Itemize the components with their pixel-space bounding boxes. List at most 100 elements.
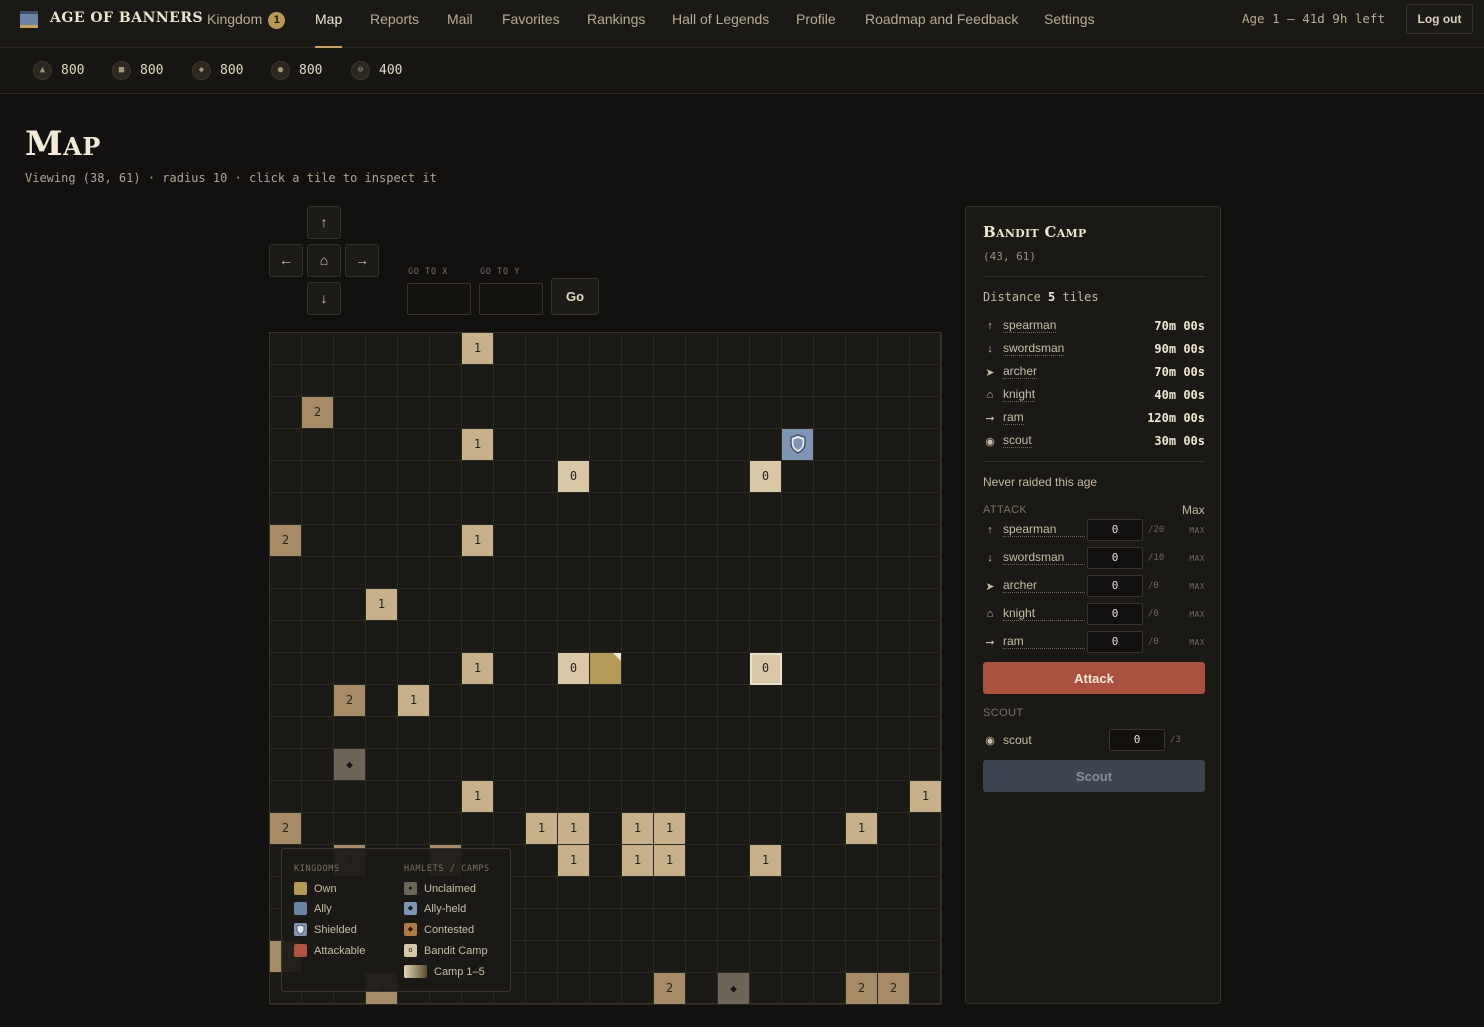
map-tile-empty[interactable] [878,909,910,941]
map-tile-empty[interactable] [718,461,750,493]
map-tile-empty[interactable] [590,749,622,781]
map-tile-empty[interactable] [750,909,782,941]
map-tile-empty[interactable] [782,589,814,621]
max-button[interactable]: MAX [1189,610,1205,619]
map-tile-empty[interactable] [878,365,910,397]
map-tile-empty[interactable] [686,429,718,461]
map-tile-empty[interactable] [814,781,846,813]
map-tile-empty[interactable] [654,653,686,685]
bandit-camp-tile[interactable]: 1 [398,685,430,717]
map-tile-empty[interactable] [878,749,910,781]
nav-favorites[interactable]: Favorites [502,10,560,34]
map-tile-empty[interactable] [622,621,654,653]
map-tile-empty[interactable] [878,493,910,525]
map-tile-empty[interactable] [750,877,782,909]
map-tile-empty[interactable] [878,877,910,909]
map-tile-empty[interactable] [494,813,526,845]
map-tile-empty[interactable] [270,749,302,781]
bandit-camp-tile[interactable]: 1 [558,813,590,845]
bandit-camp-tile[interactable]: 1 [846,813,878,845]
map-tile-empty[interactable] [686,653,718,685]
map-tile-empty[interactable] [526,493,558,525]
map-tile-empty[interactable] [366,525,398,557]
map-tile-empty[interactable] [526,621,558,653]
map-tile-empty[interactable] [846,333,878,365]
map-tile-empty[interactable] [558,749,590,781]
map-tile-empty[interactable] [718,397,750,429]
map-tile-empty[interactable] [718,877,750,909]
map-tile-empty[interactable] [910,909,942,941]
map-tile-empty[interactable] [590,429,622,461]
map-tile-empty[interactable] [846,781,878,813]
map-tile-empty[interactable] [590,941,622,973]
map-tile-empty[interactable] [846,653,878,685]
map-tile-empty[interactable] [622,877,654,909]
map-tile-empty[interactable] [270,429,302,461]
map-tile-empty[interactable] [590,781,622,813]
map-tile-empty[interactable] [334,461,366,493]
map-tile-empty[interactable] [270,589,302,621]
bandit-camp-tile[interactable]: 1 [654,845,686,877]
map-tile-empty[interactable] [590,813,622,845]
map-tile-empty[interactable] [494,397,526,429]
map-tile-empty[interactable] [846,621,878,653]
unclaimed-hamlet-tile[interactable]: ◆ [334,749,366,781]
map-tile-empty[interactable] [622,333,654,365]
map-tile-empty[interactable] [846,717,878,749]
map-tile-empty[interactable] [686,717,718,749]
map-tile-empty[interactable] [686,461,718,493]
unit-name[interactable]: swordsman [1003,342,1065,356]
map-tile-empty[interactable] [430,813,462,845]
map-tile-empty[interactable] [750,813,782,845]
map-tile-empty[interactable] [398,589,430,621]
swordsman-quantity-input[interactable]: 0 [1087,547,1143,569]
map-tile-empty[interactable] [846,909,878,941]
map-tile-empty[interactable] [622,941,654,973]
map-tile-empty[interactable] [878,525,910,557]
map-tile-empty[interactable] [590,333,622,365]
goto-y-input[interactable] [479,283,543,315]
map-tile-empty[interactable] [686,845,718,877]
bandit-camp-tile[interactable]: 1 [366,589,398,621]
map-tile-empty[interactable] [590,493,622,525]
map-tile-empty[interactable] [686,557,718,589]
map-tile-empty[interactable] [494,717,526,749]
map-tile-empty[interactable] [526,333,558,365]
map-tile-empty[interactable] [398,429,430,461]
unit-name[interactable]: ram [1003,635,1085,649]
map-tile-empty[interactable] [526,845,558,877]
map-tile-empty[interactable] [814,749,846,781]
nav-settings[interactable]: Settings [1044,10,1095,34]
archer-quantity-input[interactable]: 0 [1087,575,1143,597]
map-tile-empty[interactable] [270,397,302,429]
goto-x-input[interactable] [407,283,471,315]
map-tile-empty[interactable] [686,525,718,557]
map-tile-empty[interactable] [558,525,590,557]
map-tile-empty[interactable] [878,845,910,877]
map-tile-empty[interactable] [910,525,942,557]
map-tile-empty[interactable] [558,557,590,589]
map-tile-empty[interactable] [366,461,398,493]
map-tile-empty[interactable] [782,749,814,781]
bandit-camp-tile[interactable]: 1 [750,845,782,877]
map-tile-empty[interactable] [878,781,910,813]
bandit-camp-tile[interactable]: 2 [302,397,334,429]
pan-left-button[interactable]: ← [269,244,303,277]
map-tile-empty[interactable] [750,973,782,1005]
map-tile-empty[interactable] [398,557,430,589]
map-tile-empty[interactable] [270,461,302,493]
map-tile-empty[interactable] [910,493,942,525]
map-tile-empty[interactable] [782,909,814,941]
map-tile-empty[interactable] [302,461,334,493]
map-tile-empty[interactable] [622,525,654,557]
map-tile-empty[interactable] [686,365,718,397]
map-tile-empty[interactable] [558,685,590,717]
map-tile-empty[interactable] [910,973,942,1005]
unit-name[interactable]: swordsman [1003,551,1085,565]
map-tile-empty[interactable] [494,461,526,493]
nav-hall-of-legends[interactable]: Hall of Legends [672,10,769,34]
map-tile-empty[interactable] [750,941,782,973]
map-tile-empty[interactable] [622,685,654,717]
nav-roadmap[interactable]: Roadmap and Feedback [865,10,1018,34]
map-tile-empty[interactable] [430,461,462,493]
